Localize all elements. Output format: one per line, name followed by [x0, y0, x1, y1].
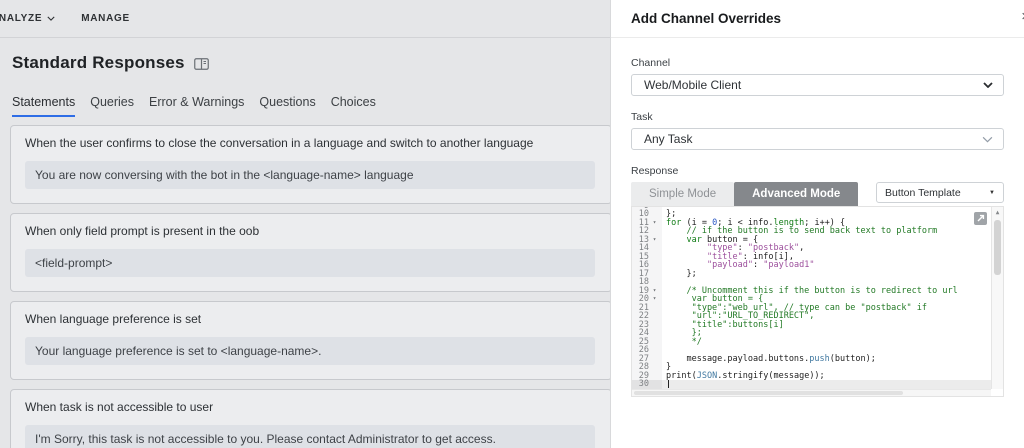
editor-line: 29 print(JSON.stringify(message));: [632, 371, 991, 380]
mode-tab-simple-mode[interactable]: Simple Mode: [631, 182, 735, 206]
nav-item-manage[interactable]: MANAGE: [81, 13, 130, 24]
response-card[interactable]: When only field prompt is present in the…: [10, 213, 610, 292]
card-condition: When the user confirms to close the conv…: [25, 136, 534, 150]
tab-error-warnings[interactable]: Error & Warnings: [149, 95, 244, 117]
template-select-value: Button Template: [885, 186, 961, 199]
line-number: 30: [638, 379, 649, 389]
channel-select[interactable]: Web/Mobile Client: [631, 74, 1004, 96]
editor-hscrollbar[interactable]: [632, 389, 991, 396]
top-navbar: ANALYZE MANAGE: [0, 0, 610, 38]
editor-line: 30: [632, 380, 991, 389]
card-message: You are now conversing with the bot in t…: [25, 161, 595, 189]
chevron-down-icon: [47, 16, 55, 21]
response-label: Response: [631, 165, 679, 177]
response-card-list: When the user confirms to close the conv…: [10, 125, 610, 448]
panel-header: Add Channel Overrides ×: [611, 0, 1024, 38]
tab-questions[interactable]: Questions: [259, 95, 315, 117]
nav-analyze-label: ANALYZE: [0, 13, 43, 24]
editor-line: 27 message.payload.buttons.push(button);: [632, 354, 991, 363]
tab-statements[interactable]: Statements: [12, 95, 76, 117]
response-card[interactable]: When task is not accessible to user I'm S…: [10, 389, 610, 448]
code-editor[interactable]: 9 "10};11▾for (i = 0; i < info.length; i…: [631, 206, 1004, 397]
tab-queries[interactable]: Queries: [90, 95, 134, 117]
app-root: ANALYZE MANAGE Standard Responses Statem…: [0, 0, 1024, 448]
hscroll-thumb[interactable]: [634, 391, 904, 395]
task-select-value: Any Task: [644, 132, 693, 146]
fold-icon[interactable]: ▾: [649, 219, 660, 228]
fold-icon[interactable]: ▾: [649, 236, 660, 245]
editor-vscrollbar[interactable]: ▲: [991, 207, 1003, 389]
page-content: Standard Responses Statements Queries Erro…: [0, 53, 610, 448]
response-card[interactable]: When the user confirms to close the conv…: [10, 125, 610, 204]
response-header: Simple Mode Advanced Mode Button Template…: [631, 182, 1004, 206]
vscroll-thumb[interactable]: [994, 220, 1001, 275]
response-card[interactable]: When language preference is set Your lang…: [10, 301, 610, 380]
mode-tabs: Simple Mode Advanced Mode: [631, 182, 859, 206]
card-message: Your language preference is set to <lang…: [25, 337, 595, 365]
channel-select-value: Web/Mobile Client: [644, 78, 742, 92]
add-channel-overrides-panel: Add Channel Overrides × Channel Web/Mobi…: [610, 0, 1024, 448]
panel-title: Add Channel Overrides: [631, 11, 782, 26]
book-icon: [193, 58, 209, 70]
task-label: Task: [631, 111, 653, 123]
chevron-down-icon: [983, 82, 993, 88]
scroll-up-icon[interactable]: ▲: [992, 207, 1003, 218]
response-tabs: Statements Queries Error & Warnings Questio…: [12, 95, 610, 117]
editor-line: 25 */: [632, 337, 991, 346]
expand-editor-icon[interactable]: [974, 212, 987, 225]
editor-lines: 9 "10};11▾for (i = 0; i < info.length; i…: [632, 207, 991, 389]
task-select[interactable]: Any Task: [631, 128, 1004, 150]
page-title: Standard Responses: [12, 53, 185, 72]
editor-line: 17 };: [632, 269, 991, 278]
mode-tab-advanced-mode[interactable]: Advanced Mode: [734, 182, 859, 206]
template-select[interactable]: Button Template ▼: [876, 182, 1004, 203]
panel-body: Channel Web/Mobile Client Task Any Task …: [611, 38, 1024, 397]
dropdown-arrow-icon: ▼: [989, 189, 995, 196]
card-message: <field-prompt>: [25, 249, 595, 277]
tab-choices[interactable]: Choices: [331, 95, 376, 117]
channel-label: Channel: [631, 57, 671, 69]
nav-item-analyze[interactable]: ANALYZE: [0, 13, 55, 24]
chevron-down-icon: [982, 136, 993, 143]
card-condition: When language preference is set: [25, 312, 202, 326]
text-cursor: [668, 380, 669, 388]
nav-manage-label: MANAGE: [81, 13, 130, 24]
card-condition: When only field prompt is present in the…: [25, 224, 260, 238]
fold-icon[interactable]: ▾: [649, 295, 660, 304]
card-condition: When task is not accessible to user: [25, 400, 214, 414]
fold-icon[interactable]: ▾: [649, 287, 660, 296]
card-message: I'm Sorry, this task is not accessible t…: [25, 425, 595, 448]
main-area: ANALYZE MANAGE Standard Responses Statem…: [0, 0, 610, 448]
